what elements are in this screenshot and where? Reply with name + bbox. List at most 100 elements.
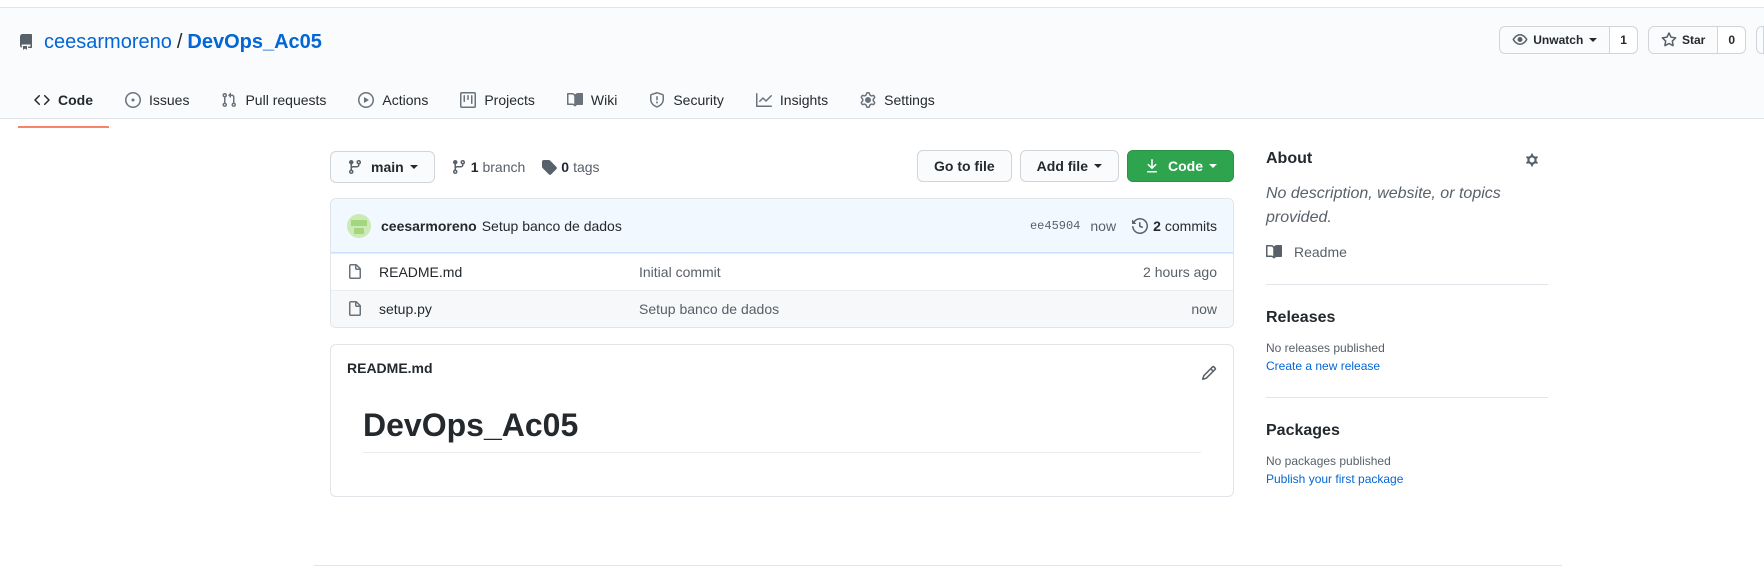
code-icon bbox=[34, 94, 50, 105]
file-name-link[interactable]: setup.py bbox=[379, 301, 639, 317]
watch-count[interactable]: 1 bbox=[1610, 26, 1638, 54]
file-icon bbox=[349, 264, 361, 279]
repo-actions: Unwatch 1 Star 0 bbox=[1499, 26, 1764, 54]
star-count[interactable]: 0 bbox=[1718, 26, 1746, 54]
create-release-link[interactable]: Create a new release bbox=[1266, 359, 1548, 373]
file-list: ceesarmoreno Setup banco de dados ee4590… bbox=[330, 198, 1234, 328]
footer-divider bbox=[314, 565, 1562, 566]
readme-link[interactable]: Readme bbox=[1266, 244, 1548, 260]
tab-settings[interactable]: Settings bbox=[844, 72, 951, 127]
go-to-file-button[interactable]: Go to file bbox=[916, 150, 1012, 182]
pencil-icon[interactable] bbox=[1201, 365, 1217, 381]
repo-icon bbox=[19, 34, 32, 50]
commit-meta: ee45904 now 2 commits bbox=[1030, 218, 1217, 234]
about-title: About bbox=[1266, 150, 1313, 167]
packages-section: Packages No packages published Publish y… bbox=[1266, 422, 1548, 510]
star-button[interactable]: Star bbox=[1647, 26, 1719, 54]
branch-name: main bbox=[371, 159, 404, 175]
commit-count: 2 bbox=[1153, 217, 1161, 234]
tab-label: Actions bbox=[382, 91, 429, 108]
branch-icon bbox=[452, 160, 465, 175]
latest-commit-bar: ceesarmoreno Setup banco de dados ee4590… bbox=[331, 199, 1233, 253]
tab-label: Security bbox=[673, 91, 724, 108]
tab-label: Projects bbox=[484, 91, 535, 108]
gear-icon[interactable] bbox=[1524, 152, 1540, 168]
project-icon bbox=[460, 91, 477, 108]
about-section: About No description, website, or topics… bbox=[1266, 150, 1548, 285]
file-age: now bbox=[1191, 301, 1217, 317]
file-commit-message[interactable]: Setup banco de dados bbox=[639, 301, 779, 317]
branch-icon bbox=[348, 160, 361, 175]
repo-owner-link[interactable]: ceesarmoreno bbox=[44, 31, 172, 54]
tab-label: Wiki bbox=[590, 91, 618, 108]
history-icon bbox=[1132, 217, 1149, 234]
file-commit-message[interactable]: Initial commit bbox=[639, 264, 721, 280]
readme-body: DevOps_Ac05 bbox=[331, 391, 1233, 469]
tab-label: Pull requests bbox=[245, 91, 327, 108]
add-file-button[interactable]: Add file bbox=[1019, 150, 1119, 182]
packages-title[interactable]: Packages bbox=[1266, 422, 1548, 440]
tag-icon bbox=[542, 160, 558, 175]
releases-title[interactable]: Releases bbox=[1266, 309, 1548, 327]
book-icon bbox=[1266, 244, 1282, 259]
fork-button-edge[interactable] bbox=[1756, 26, 1764, 54]
gear-icon bbox=[860, 91, 876, 108]
commits-link[interactable]: 2 commits bbox=[1132, 218, 1217, 234]
graph-icon bbox=[755, 92, 772, 107]
tab-code[interactable]: Code bbox=[18, 72, 109, 128]
commit-sha-link[interactable]: ee45904 bbox=[1030, 219, 1080, 233]
tab-projects[interactable]: Projects bbox=[444, 72, 551, 127]
readme-heading: DevOps_Ac05 bbox=[363, 407, 1201, 453]
shield-icon bbox=[650, 91, 665, 108]
branch-select-button[interactable]: main bbox=[330, 151, 435, 183]
releases-empty: No releases published bbox=[1266, 341, 1385, 355]
chevron-down-icon bbox=[1589, 38, 1598, 42]
commit-author-link[interactable]: ceesarmoreno bbox=[381, 218, 477, 234]
file-name-link[interactable]: README.md bbox=[379, 264, 639, 280]
tab-actions[interactable]: Actions bbox=[342, 72, 444, 127]
repo-separator: / bbox=[176, 30, 183, 53]
pull-request-icon bbox=[222, 92, 237, 107]
file-row[interactable]: setup.py Setup banco de dados now bbox=[331, 290, 1233, 327]
unwatch-label: Unwatch bbox=[1533, 33, 1584, 47]
file-icon bbox=[349, 301, 361, 316]
publish-package-link[interactable]: Publish your first package bbox=[1266, 472, 1548, 486]
watch-group: Unwatch 1 bbox=[1499, 26, 1638, 54]
code-button[interactable]: Code bbox=[1127, 150, 1234, 182]
tab-label: Code bbox=[58, 91, 93, 108]
repo-name-link[interactable]: DevOps_Ac05 bbox=[187, 31, 322, 54]
tab-pull-requests[interactable]: Pull requests bbox=[205, 72, 342, 127]
tab-label: Issues bbox=[149, 91, 190, 108]
readme-link-label: Readme bbox=[1294, 244, 1347, 260]
main-content: main 1 branch 0 tags Go to file Add file… bbox=[330, 150, 1234, 497]
tab-issues[interactable]: Issues bbox=[109, 72, 205, 127]
eye-icon bbox=[1512, 34, 1528, 45]
branches-link[interactable]: 1 branch bbox=[451, 159, 526, 175]
repo-title: ceesarmoreno / DevOps_Ac05 bbox=[18, 28, 322, 56]
issue-icon bbox=[125, 91, 141, 108]
book-icon bbox=[566, 92, 583, 106]
star-label: Star bbox=[1681, 33, 1706, 47]
download-icon bbox=[1147, 159, 1157, 173]
releases-section: Releases No releases published Create a … bbox=[1266, 309, 1548, 398]
file-row[interactable]: README.md Initial commit 2 hours ago bbox=[331, 253, 1233, 290]
file-age: 2 hours ago bbox=[1143, 264, 1217, 280]
star-group: Star 0 bbox=[1647, 26, 1746, 54]
branch-word: branch bbox=[482, 159, 526, 175]
about-description: No description, website, or topics provi… bbox=[1266, 185, 1501, 226]
readme-box: README.md DevOps_Ac05 bbox=[330, 344, 1234, 497]
tag-word: tags bbox=[573, 159, 600, 175]
tab-security[interactable]: Security bbox=[633, 72, 740, 127]
tags-link[interactable]: 0 tags bbox=[541, 159, 600, 175]
commit-time: now bbox=[1090, 217, 1117, 234]
tab-insights[interactable]: Insights bbox=[740, 72, 844, 127]
avatar[interactable] bbox=[347, 213, 371, 238]
play-icon bbox=[358, 91, 375, 108]
tab-wiki[interactable]: Wiki bbox=[551, 72, 633, 127]
commit-message-link[interactable]: Setup banco de dados bbox=[482, 218, 622, 234]
top-border bbox=[0, 0, 1764, 8]
unwatch-button[interactable]: Unwatch bbox=[1499, 26, 1611, 54]
file-toolbar: main 1 branch 0 tags Go to file Add file… bbox=[330, 150, 1234, 184]
readme-header: README.md bbox=[331, 345, 1233, 391]
add-file-label: Add file bbox=[1036, 158, 1088, 174]
